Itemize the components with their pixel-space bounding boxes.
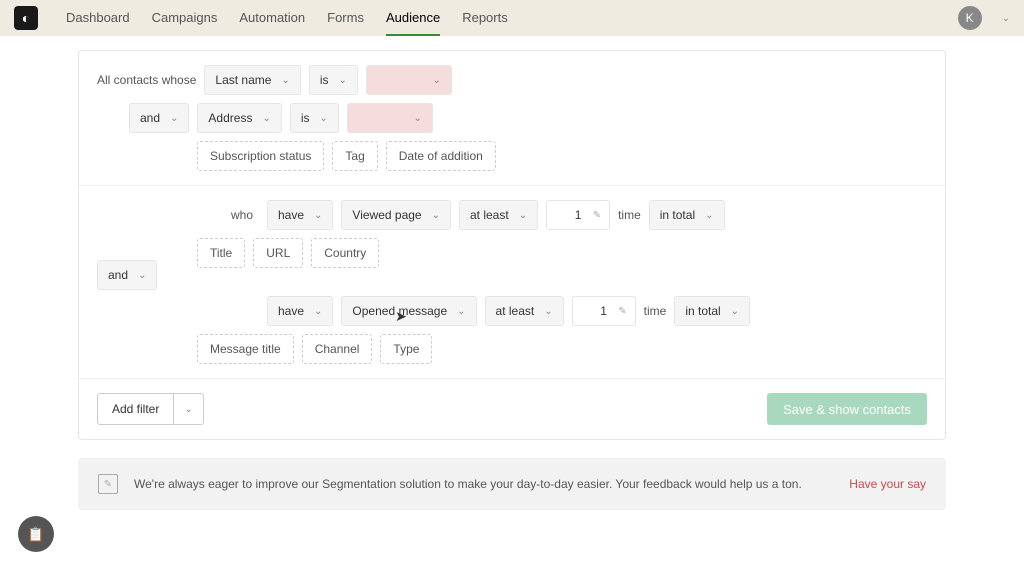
field-address-select[interactable]: Address⌄ <box>197 103 281 133</box>
nav-audience[interactable]: Audience <box>386 0 440 36</box>
chip-tag[interactable]: Tag <box>332 141 377 171</box>
add-filter-button[interactable]: Add filter <box>97 393 174 425</box>
cond-atleast-select-2[interactable]: at least⌄ <box>485 296 564 326</box>
add-filter-dropdown[interactable]: ⌄ <box>174 393 203 425</box>
chip-title[interactable]: Title <box>197 238 245 268</box>
nav-campaigns[interactable]: Campaigns <box>152 0 218 36</box>
chevron-down-icon: ⌄ <box>184 404 192 415</box>
scope-intotal-select-1[interactable]: in total⌄ <box>649 200 725 230</box>
chevron-down-icon: ⌄ <box>262 113 270 124</box>
chip-url[interactable]: URL <box>253 238 303 268</box>
have-select-1[interactable]: have⌄ <box>267 200 333 230</box>
save-show-contacts-button[interactable]: Save & show contacts <box>767 393 927 425</box>
account-menu-chevron-icon[interactable]: ⌄ <box>1002 13 1010 24</box>
segment-builder: All contacts whose Last name⌄ is⌄ ⌄ and⌄… <box>78 50 946 440</box>
chevron-down-icon: ⌄ <box>314 210 322 221</box>
avatar[interactable]: K <box>958 6 982 30</box>
chevron-down-icon: ⌄ <box>433 75 441 86</box>
pencil-icon: ✎ <box>593 210 601 221</box>
value-lastname-select[interactable]: ⌄ <box>366 65 452 95</box>
chevron-down-icon: ⌄ <box>320 113 328 124</box>
logic-and-select[interactable]: and⌄ <box>129 103 189 133</box>
chip-subscription-status[interactable]: Subscription status <box>197 141 324 171</box>
count-input-2[interactable]: 1✎ <box>572 296 636 326</box>
chevron-down-icon: ⌄ <box>705 210 713 221</box>
chip-date-of-addition[interactable]: Date of addition <box>386 141 496 171</box>
chevron-down-icon: ⌄ <box>314 306 322 317</box>
action-opened-message-select[interactable]: Opened message⌄ <box>341 296 476 326</box>
main-nav: Dashboard Campaigns Automation Forms Aud… <box>66 0 508 36</box>
chevron-down-icon: ⌄ <box>544 306 552 317</box>
help-fab[interactable]: 📋 <box>18 516 54 552</box>
chip-country[interactable]: Country <box>311 238 379 268</box>
pencil-icon: ✎ <box>618 306 626 317</box>
count-input-1[interactable]: 1✎ <box>546 200 610 230</box>
chevron-down-icon: ⌄ <box>519 210 527 221</box>
nav-forms[interactable]: Forms <box>327 0 364 36</box>
nav-reports[interactable]: Reports <box>462 0 508 36</box>
chevron-down-icon: ⌄ <box>339 75 347 86</box>
chevron-down-icon: ⌄ <box>281 75 289 86</box>
time-label-1: time <box>618 208 641 222</box>
scope-intotal-select-2[interactable]: in total⌄ <box>674 296 750 326</box>
chevron-down-icon: ⌄ <box>457 306 465 317</box>
have-select-2[interactable]: have⌄ <box>267 296 333 326</box>
chip-message-title[interactable]: Message title <box>197 334 294 364</box>
feedback-text: We're always eager to improve our Segmen… <box>134 477 802 491</box>
who-label: who <box>231 208 259 222</box>
time-label-2: time <box>644 304 667 318</box>
feedback-link[interactable]: Have your say <box>849 477 926 491</box>
logic-and-select-2[interactable]: and⌄ <box>97 260 157 290</box>
value-address-select[interactable]: ⌄ <box>347 103 433 133</box>
top-header: ◐ Dashboard Campaigns Automation Forms A… <box>0 0 1024 36</box>
nav-automation[interactable]: Automation <box>239 0 305 36</box>
nav-dashboard[interactable]: Dashboard <box>66 0 130 36</box>
chevron-down-icon: ⌄ <box>731 306 739 317</box>
chip-channel[interactable]: Channel <box>302 334 373 364</box>
chevron-down-icon: ⌄ <box>414 113 422 124</box>
chevron-down-icon: ⌄ <box>170 113 178 124</box>
chevron-down-icon: ⌄ <box>138 270 146 281</box>
edit-icon: ✎ <box>98 474 118 494</box>
op-is-select-2[interactable]: is⌄ <box>290 103 339 133</box>
lead-label: All contacts whose <box>97 73 196 87</box>
chip-type[interactable]: Type <box>380 334 432 364</box>
chevron-down-icon: ⌄ <box>432 210 440 221</box>
op-is-select[interactable]: is⌄ <box>309 65 358 95</box>
cond-atleast-select-1[interactable]: at least⌄ <box>459 200 538 230</box>
action-viewed-page-select[interactable]: Viewed page⌄ <box>341 200 451 230</box>
feedback-banner: ✎ We're always eager to improve our Segm… <box>78 458 946 510</box>
field-lastname-select[interactable]: Last name⌄ <box>204 65 300 95</box>
logo[interactable]: ◐ <box>14 6 38 30</box>
